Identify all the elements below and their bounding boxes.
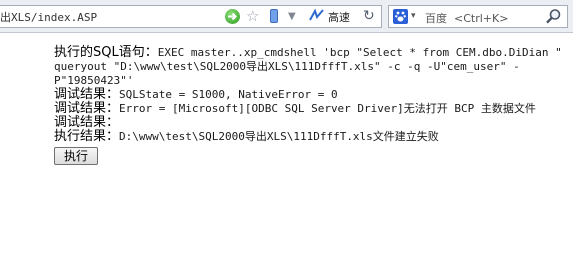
debug-label-3: 调试结果： [54, 115, 120, 130]
address-bar[interactable]: 出XLS/index.ASP ☆ ▼ 高速 ↻ [0, 5, 382, 28]
debug-text-2: Error = [Microsoft][ODBC SQL Server Driv… [119, 102, 536, 115]
favorite-star-icon[interactable]: ☆ [246, 7, 259, 25]
search-input[interactable]: 百度 <Ctrl+K> [425, 10, 508, 26]
exec-result-line: 执行结果：D:\www\test\SQL2000导出XLS\111DfffT.x… [54, 130, 569, 144]
search-shortcut: <Ctrl+K> [454, 12, 509, 25]
speed-mode-label[interactable]: 高速 [328, 9, 350, 25]
chevron-down-icon[interactable]: ▼ [288, 9, 296, 25]
result-panel: 执行的SQL语句：EXEC master..xp_cmdshell 'bcp "… [54, 46, 569, 165]
exec-result-label: 执行结果： [54, 129, 120, 144]
debug-result-line-2: 调试结果：Error = [Microsoft][ODBC SQL Server… [54, 102, 569, 116]
debug-text-1: SQLState = S1000, NativeError = 0 [119, 88, 338, 101]
search-bar[interactable]: ▾ 百度 <Ctrl+K> [388, 5, 568, 28]
debug-label-1: 调试结果： [54, 87, 120, 102]
browser-toolbar: 出XLS/index.ASP ☆ ▼ 高速 ↻ ▾ 百度 <Ctrl+K> [0, 0, 573, 33]
speed-mode-icon[interactable] [308, 8, 326, 24]
execute-button[interactable]: 执行 [54, 147, 99, 165]
debug-result-line-3: 调试结果： [54, 116, 569, 130]
search-icon[interactable] [545, 8, 562, 29]
exec-result-text: D:\www\test\SQL2000导出XLS\111DfffT.xls文件建… [119, 130, 439, 143]
address-text[interactable]: 出XLS/index.ASP [0, 9, 97, 25]
debug-result-line-1: 调试结果：SQLState = S1000, NativeError = 0 [54, 88, 569, 102]
search-engine-name: 百度 [425, 12, 447, 25]
refresh-icon[interactable]: ↻ [363, 7, 375, 25]
go-icon[interactable] [225, 9, 240, 24]
debug-label-2: 调试结果： [54, 101, 120, 116]
sql-label: 执行的SQL语句： [54, 45, 158, 60]
baidu-paw-icon[interactable] [393, 9, 408, 24]
engine-dropdown-icon[interactable]: ▾ [411, 8, 416, 24]
mobile-icon[interactable] [270, 9, 278, 23]
sql-statement-line: 执行的SQL语句：EXEC master..xp_cmdshell 'bcp "… [54, 46, 569, 88]
